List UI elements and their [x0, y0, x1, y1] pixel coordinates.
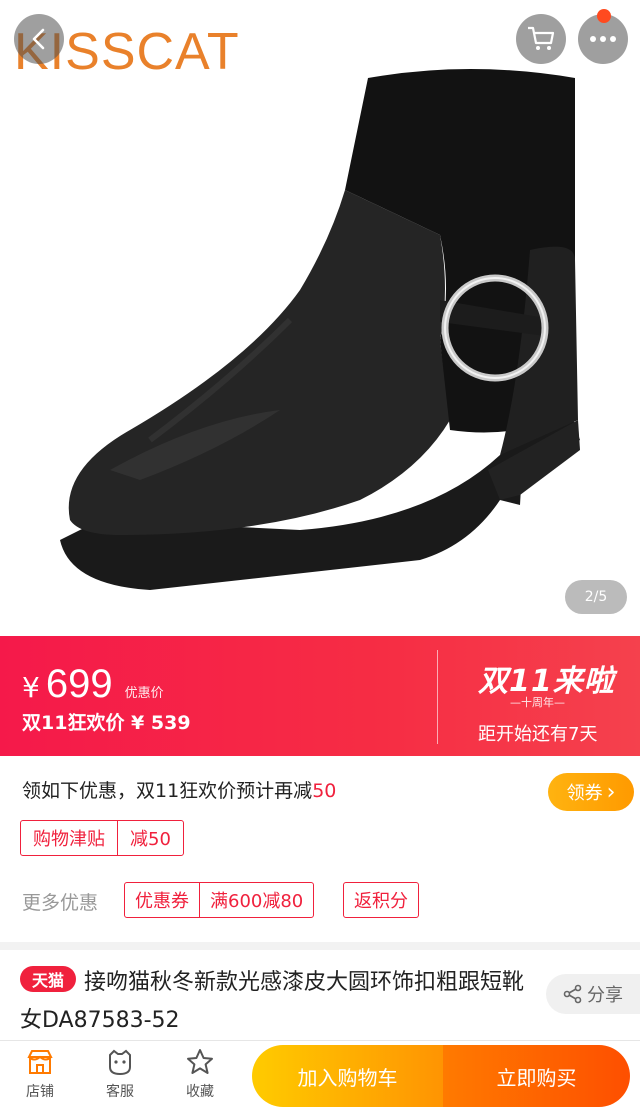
- add-to-cart-button[interactable]: 加入购物车: [252, 1045, 443, 1107]
- shop-label: 店铺: [26, 1084, 54, 1100]
- share-button[interactable]: 分享: [546, 974, 640, 1014]
- tmall-badge: 天猫: [20, 966, 76, 992]
- claim-coupon-label: 领券: [566, 783, 603, 804]
- allowance-tag[interactable]: 购物津贴 减50: [20, 820, 184, 856]
- more-dots-icon: [590, 36, 616, 42]
- more-offers-label: 更多优惠: [22, 892, 99, 914]
- allowance-value: 减50: [130, 829, 171, 850]
- coupon-title: 领如下优惠，双11狂欢价预计再减50: [22, 776, 336, 803]
- share-icon: [563, 984, 582, 1004]
- service-label: 客服: [106, 1084, 134, 1100]
- claim-coupon-button[interactable]: 领券 ›: [548, 773, 634, 811]
- festival-subtitle: —十周年—: [510, 696, 565, 709]
- price-row: ¥ 699 优惠价: [22, 662, 164, 707]
- boot-product-image: [60, 69, 580, 590]
- chevron-right-icon: ›: [606, 779, 616, 805]
- star-icon: [187, 1049, 213, 1074]
- shop-button[interactable]: 店铺: [10, 1047, 70, 1101]
- buy-now-button[interactable]: 立即购买: [443, 1045, 630, 1107]
- product-image-gallery[interactable]: KISSCAT 2/5: [0, 0, 640, 636]
- current-price: 699: [45, 662, 113, 706]
- cat-service-icon: [109, 1049, 131, 1076]
- favorite-label: 收藏: [186, 1084, 214, 1100]
- festival-price: 双11狂欢价 ¥ 539: [22, 712, 191, 734]
- store-icon: [27, 1050, 53, 1074]
- coupon-tag-label: 优惠券: [135, 891, 189, 912]
- image-pager: 2/5: [565, 580, 627, 614]
- coupon-title-amount: 50: [312, 780, 337, 802]
- points-tag[interactable]: 返积分: [343, 882, 419, 918]
- coupon-title-text: 领如下优惠，双11狂欢价预计再减: [22, 780, 313, 802]
- notification-dot: [597, 9, 611, 23]
- coupon-tag-value: 满600减80: [210, 891, 304, 912]
- banner-divider: [437, 650, 438, 744]
- points-tag-label: 返积分: [354, 891, 408, 912]
- coupon-card: 领如下优惠，双11狂欢价预计再减50 领券 › 购物津贴 减50 更多优惠 优惠…: [0, 756, 640, 942]
- allowance-label: 购物津贴: [33, 829, 105, 850]
- cart-button[interactable]: [516, 14, 566, 64]
- back-arrow-icon: [32, 28, 45, 50]
- product-title: 接吻猫秋冬新款光感漆皮大圆环饰扣粗跟短靴女DA87583-52: [20, 970, 525, 1033]
- cart-icon: [528, 26, 555, 50]
- currency-symbol: ¥: [22, 671, 40, 704]
- coupon-tag[interactable]: 优惠券 满600减80: [124, 882, 315, 918]
- customer-service-button[interactable]: 客服: [90, 1047, 150, 1101]
- bottom-action-bar: 店铺 客服 收藏 加入购物车 立即购买: [0, 1040, 640, 1114]
- favorite-button[interactable]: 收藏: [170, 1047, 230, 1101]
- countdown-text: 距开始还有7天: [478, 724, 598, 745]
- price-banner: ¥ 699 优惠价 双11狂欢价 ¥ 539 双11来啦 —十周年— 距开始还有…: [0, 636, 640, 756]
- price-tag: 优惠价: [124, 686, 164, 701]
- back-button[interactable]: [14, 14, 64, 64]
- product-info: 接吻猫秋冬新款光感漆皮大圆环饰扣粗跟短靴女DA87583-52 天猫 分享: [0, 950, 640, 1040]
- share-label: 分享: [587, 985, 623, 1006]
